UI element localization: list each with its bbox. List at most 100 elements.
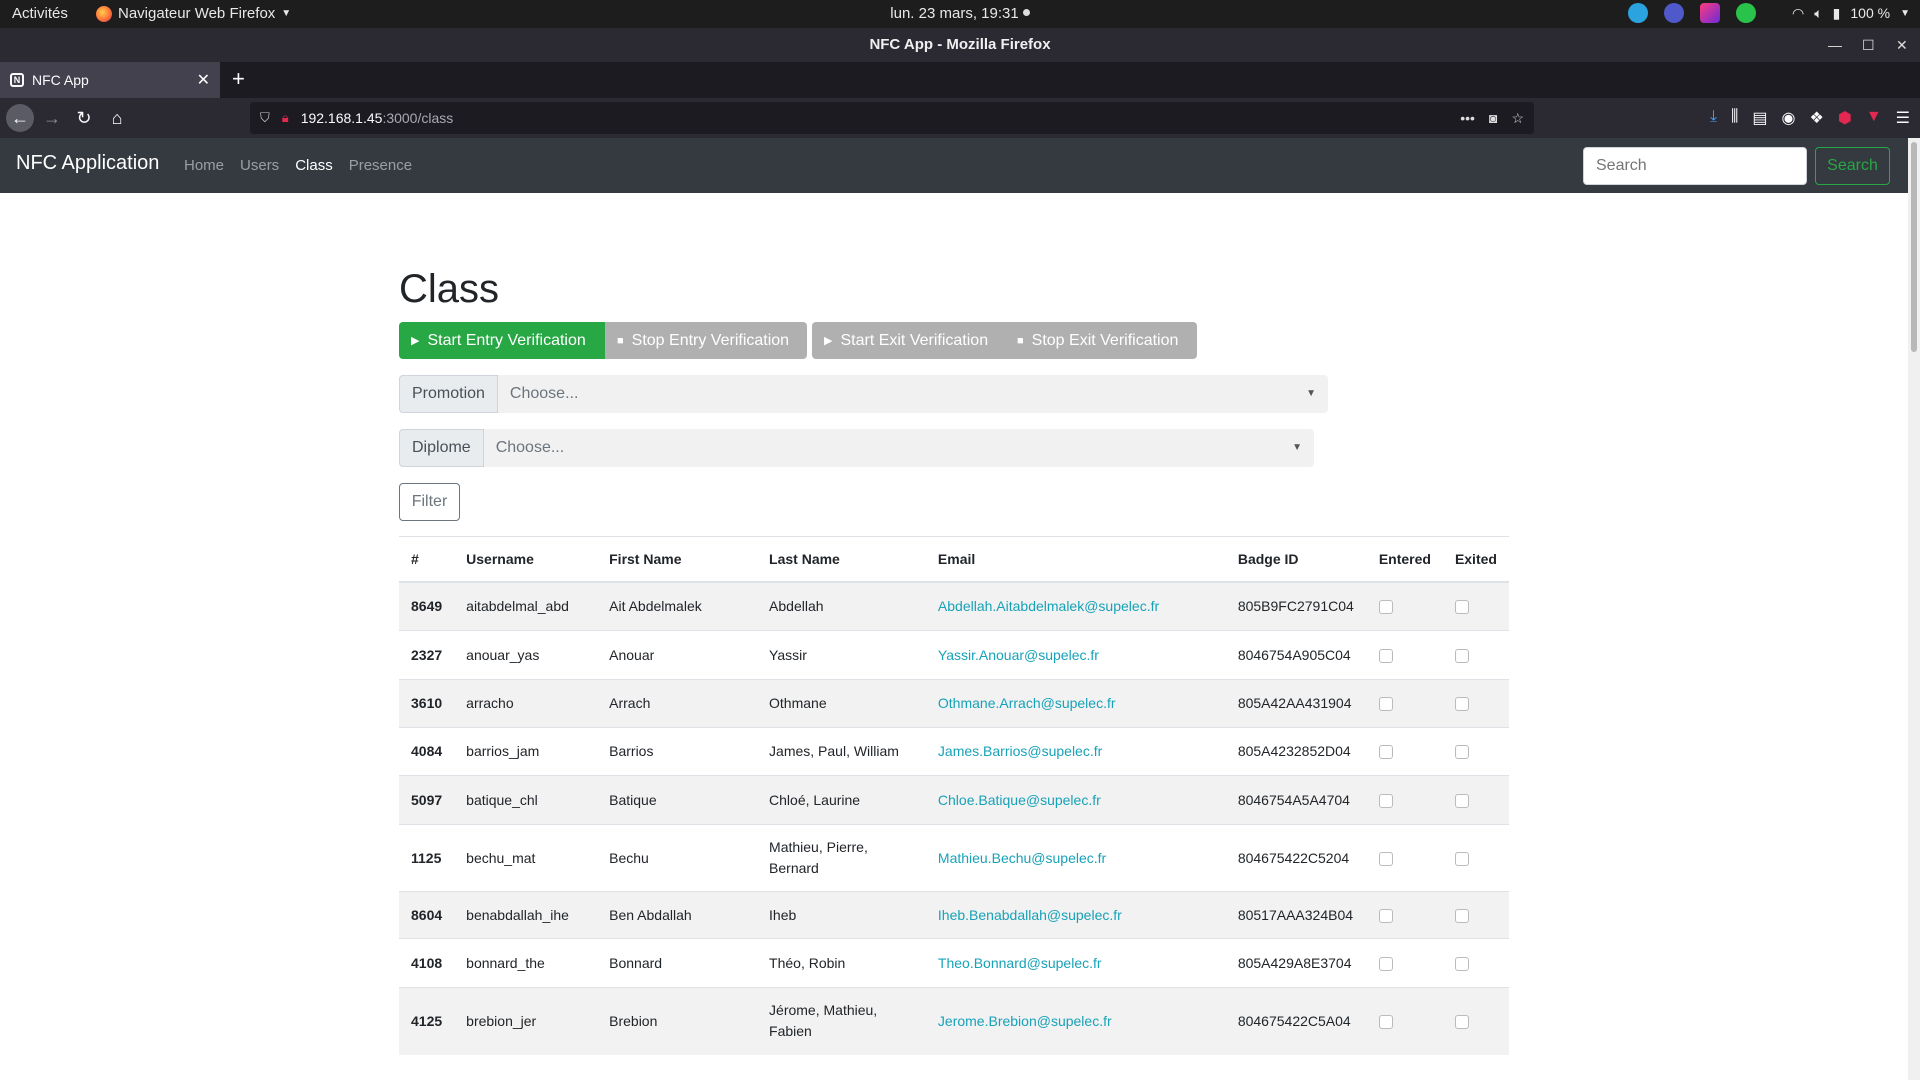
entered-checkbox[interactable] <box>1378 851 1393 866</box>
cell-exited <box>1442 824 1509 892</box>
minimize-icon[interactable]: — <box>1828 28 1842 62</box>
teams-icon[interactable] <box>1664 3 1685 23</box>
exited-checkbox[interactable] <box>1454 600 1469 615</box>
account-icon[interactable]: ◉ <box>1782 108 1796 128</box>
window-title: NFC App - Mozilla Firefox <box>869 36 1051 53</box>
scrollbar-thumb[interactable] <box>1911 142 1917 352</box>
library-icon[interactable]: ⫼ <box>1731 108 1738 128</box>
filter-button[interactable]: Filter <box>399 483 460 521</box>
cell-first-name: Arrach <box>597 679 758 728</box>
entered-checkbox[interactable] <box>1378 1015 1393 1030</box>
telegram-icon[interactable] <box>1628 3 1649 23</box>
pocket-icon[interactable]: ◙ <box>1489 110 1497 127</box>
exited-checkbox[interactable] <box>1454 908 1469 923</box>
activities-button[interactable]: Activités <box>12 5 68 22</box>
stop-entry-verification-button[interactable]: ■ Stop Entry Verification <box>605 322 807 359</box>
close-window-icon[interactable]: ✕ <box>1896 28 1908 62</box>
stop-exit-label: Stop Exit Verification <box>1031 331 1179 349</box>
cell-email[interactable]: Iheb.Benabdallah@supelec.fr <box>925 891 1226 939</box>
search-button[interactable]: Search <box>1815 147 1890 185</box>
start-entry-verification-button[interactable]: ▶ Start Entry Verification <box>399 322 605 359</box>
cell-exited <box>1442 581 1509 631</box>
table-header-row: # Username First Name Last Name Email Ba… <box>399 536 1509 583</box>
back-icon[interactable]: ← <box>6 104 34 132</box>
sidebar-icon[interactable]: ▤ <box>1752 108 1767 128</box>
promotion-select-value: Choose... <box>509 385 579 402</box>
exited-checkbox[interactable] <box>1454 745 1469 760</box>
entered-checkbox[interactable] <box>1378 956 1393 971</box>
entered-checkbox[interactable] <box>1378 600 1393 615</box>
app-tray-icon[interactable] <box>1700 3 1721 23</box>
browser-tab[interactable]: N NFC App ✕ <box>0 62 220 98</box>
exited-checkbox[interactable] <box>1454 851 1469 866</box>
table-row: 8604 benabdallah_ihe Ben Abdallah Iheb I… <box>399 891 1509 939</box>
chevron-down-icon: ▼ <box>1292 442 1302 453</box>
extension-icon[interactable]: ❖ <box>1810 108 1824 128</box>
cell-last-name: Théo, Robin <box>757 938 926 988</box>
nav-links: Home Users Class Presence <box>184 157 412 174</box>
cell-entered <box>1366 987 1443 1055</box>
nav-link-presence[interactable]: Presence <box>349 157 412 174</box>
insecure-lock-icon[interactable]: 🔒︎ <box>282 110 289 126</box>
maximize-icon[interactable]: ☐ <box>1862 28 1875 62</box>
start-exit-verification-button[interactable]: ▶ Start Exit Verification <box>812 322 1005 359</box>
promotion-select[interactable]: Choose... ▼ <box>497 375 1328 413</box>
cell-email[interactable]: Jerome.Brebion@supelec.fr <box>925 987 1226 1055</box>
reload-icon[interactable]: ↻ <box>70 104 98 132</box>
shield-icon[interactable]: ⛉ <box>260 110 270 126</box>
exited-checkbox[interactable] <box>1454 648 1469 663</box>
cell-entered <box>1366 581 1443 631</box>
diplome-select[interactable]: Choose... ▼ <box>483 429 1314 467</box>
cell-first-name: Batique <box>597 775 758 825</box>
cell-badge-id: 805A4232852D04 <box>1225 727 1367 776</box>
close-tab-icon[interactable]: ✕ <box>197 70 210 90</box>
downloads-icon[interactable]: ⤓ <box>1710 108 1717 128</box>
nav-link-users[interactable]: Users <box>240 157 279 174</box>
cell-email[interactable]: James.Barrios@supelec.fr <box>925 727 1226 776</box>
cell-email[interactable]: Othmane.Arrach@supelec.fr <box>925 679 1226 728</box>
entered-checkbox[interactable] <box>1378 793 1393 808</box>
hamburger-menu-icon[interactable]: ☰ <box>1896 108 1910 128</box>
forward-icon[interactable]: → <box>38 104 66 132</box>
exited-checkbox[interactable] <box>1454 956 1469 971</box>
entered-checkbox[interactable] <box>1378 648 1393 663</box>
home-icon[interactable]: ⌂ <box>103 104 131 132</box>
page-actions-icon[interactable]: ••• <box>1460 110 1475 127</box>
app-menu[interactable]: Navigateur Web Firefox ▼ <box>96 5 291 22</box>
caret-down-icon: ▼ <box>1900 7 1910 19</box>
diplome-select-group: Diplome Choose... ▼ <box>399 429 1314 467</box>
system-tray: ◠ 🔈︎ ▮ 100 % ▼ <box>1628 3 1910 23</box>
bookmark-star-icon[interactable]: ☆ <box>1511 110 1524 127</box>
system-status-menu[interactable]: ◠ 🔈︎ ▮ 100 % ▼ <box>1792 5 1910 22</box>
entered-checkbox[interactable] <box>1378 745 1393 760</box>
window-titlebar: NFC App - Mozilla Firefox — ☐ ✕ <box>0 28 1920 62</box>
nav-link-home[interactable]: Home <box>184 157 224 174</box>
exited-checkbox[interactable] <box>1454 793 1469 808</box>
stop-exit-verification-button[interactable]: ■ Stop Exit Verification <box>1005 322 1197 359</box>
cell-first-name: Bonnard <box>597 938 758 988</box>
exited-checkbox[interactable] <box>1454 697 1469 712</box>
exited-checkbox[interactable] <box>1454 1015 1469 1030</box>
nav-link-class[interactable]: Class <box>295 157 333 174</box>
header-id: # <box>399 536 455 583</box>
cell-email[interactable]: Chloe.Batique@supelec.fr <box>925 775 1226 825</box>
extension-off-icon[interactable]: ▼ <box>1866 108 1882 128</box>
scrollbar[interactable] <box>1908 138 1920 1080</box>
adblock-icon[interactable]: ⬢ <box>1838 108 1852 128</box>
cell-exited <box>1442 727 1509 776</box>
entered-checkbox[interactable] <box>1378 908 1393 923</box>
cell-email[interactable]: Theo.Bonnard@supelec.fr <box>925 938 1226 988</box>
new-tab-icon[interactable]: + <box>232 66 245 92</box>
entered-checkbox[interactable] <box>1378 697 1393 712</box>
cell-exited <box>1442 630 1509 680</box>
url-bar[interactable]: ⛉ 🔒︎ 192.168.1.45:3000/class ••• ◙ ☆ <box>250 102 1534 134</box>
search-input[interactable] <box>1583 147 1807 185</box>
clock[interactable]: lun. 23 mars, 19:31 <box>890 5 1030 22</box>
check-icon[interactable] <box>1736 3 1757 23</box>
cell-email[interactable]: Mathieu.Bechu@supelec.fr <box>925 824 1226 892</box>
navbar-brand[interactable]: NFC Application <box>16 152 159 175</box>
cell-email[interactable]: Abdellah.Aitabdelmalek@supelec.fr <box>925 581 1226 631</box>
cell-last-name: Mathieu, Pierre, Bernard <box>757 824 926 892</box>
header-email: Email <box>925 536 1226 583</box>
cell-email[interactable]: Yassir.Anouar@supelec.fr <box>925 630 1226 680</box>
